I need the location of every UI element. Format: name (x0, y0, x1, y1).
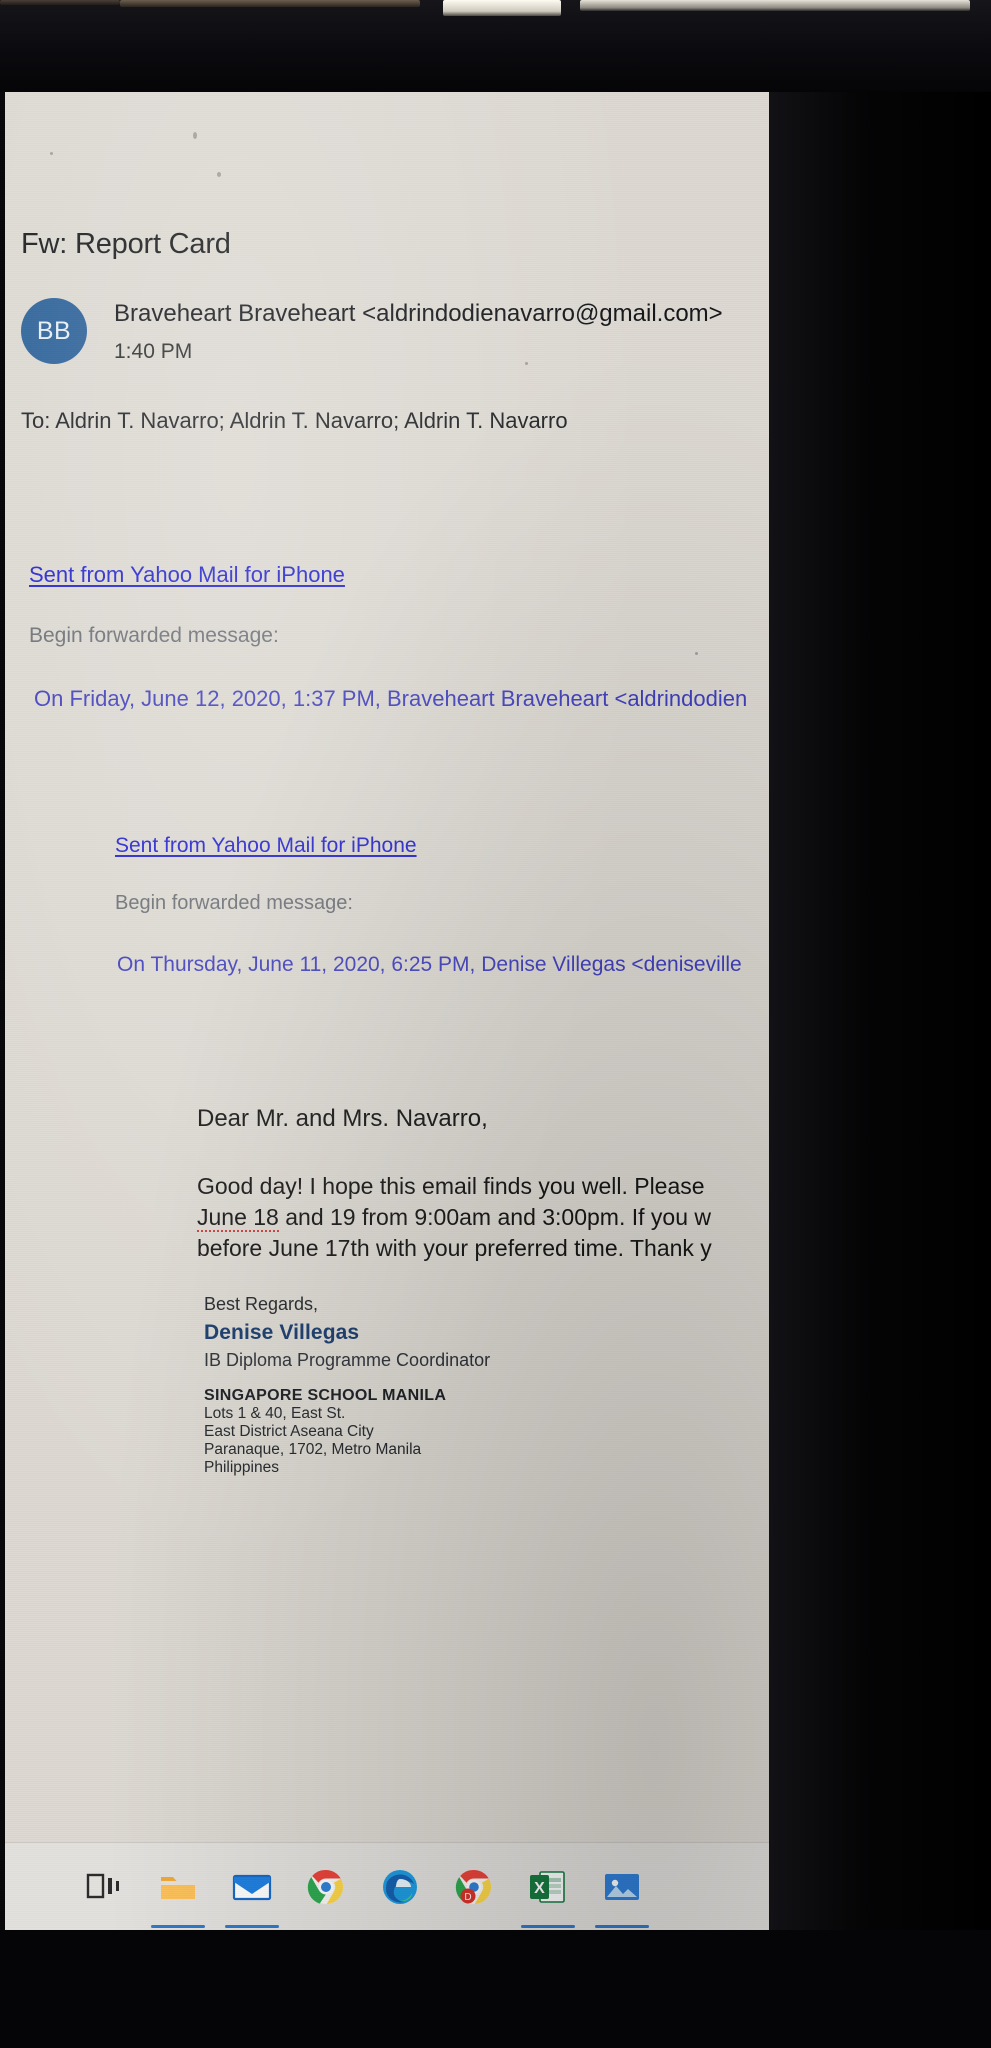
signature-title: IB Diploma Programme Coordinator (204, 1350, 491, 1370)
taskbar-item-photos[interactable] (585, 1843, 659, 1930)
screen-reflection (443, 0, 561, 16)
forward-header-line-2: On Thursday, June 11, 2020, 6:25 PM, Den… (117, 953, 742, 976)
signature-address-line: Philippines (204, 1459, 279, 1476)
email-signature: Best Regards, Denise Villegas IB Diploma… (204, 1294, 764, 1477)
taskbar-item-microsoft-edge[interactable] (363, 1843, 437, 1930)
svg-text:D: D (464, 1892, 471, 1903)
message-body-line-2-rest: and 19 from 9:00am and 3:00pm. If you w (278, 1204, 711, 1230)
laptop-bezel-top (0, 0, 991, 92)
message-body-line-3: before June 17th with your preferred tim… (197, 1235, 712, 1261)
email-subject: Fw: Report Card (21, 228, 231, 260)
taskbar-item-file-explorer[interactable] (141, 1843, 215, 1930)
begin-forwarded-label-2: Begin forwarded message: (115, 892, 353, 914)
forwarded-block-level-2: Sent from Yahoo Mail for iPhone Begin fo… (115, 834, 769, 977)
microsoft-excel-icon: X (530, 1871, 565, 1903)
message-greeting: Dear Mr. and Mrs. Navarro, (197, 1105, 488, 1132)
signature-address-line: East District Aseana City (204, 1423, 374, 1440)
signature-address-line: Paranaque, 1702, Metro Manila (204, 1441, 422, 1458)
taskbar-start-area (5, 1843, 67, 1930)
signature-name: Denise Villegas (204, 1321, 360, 1344)
windows-taskbar: D X (5, 1842, 769, 1930)
yahoo-signature-link-1[interactable]: Sent from Yahoo Mail for iPhone (29, 562, 769, 588)
chrome-browser-icon: D (455, 1869, 492, 1904)
forward-header-line-1: On Friday, June 12, 2020, 1:37 PM, Brave… (34, 686, 748, 711)
photos-icon (605, 1874, 639, 1900)
signature-address-line: Lots 1 & 40, East St. (204, 1405, 346, 1422)
photographed-laptop-screen: Fw: Report Card BB Braveheart Braveheart… (0, 0, 991, 2048)
screen-area: Fw: Report Card BB Braveheart Braveheart… (5, 92, 769, 1930)
yahoo-signature-link-2[interactable]: Sent from Yahoo Mail for iPhone (115, 834, 769, 858)
sender-name-and-address[interactable]: Braveheart Braveheart <aldrindodienavarr… (114, 300, 723, 328)
screen-reflection (0, 0, 120, 5)
email-recipients[interactable]: To: Aldrin T. Navarro; Aldrin T. Navarro… (21, 408, 568, 434)
message-body-line-2-date: June 18 (197, 1204, 279, 1232)
taskbar-item-mail[interactable] (215, 1843, 289, 1930)
mail-icon (232, 1874, 272, 1901)
microsoft-edge-icon (383, 1870, 417, 1904)
yahoo-signature-link-2-label: Sent from Yahoo Mail for iPhone (115, 834, 417, 857)
yahoo-signature-link-1-label: Sent from Yahoo Mail for iPhone (29, 562, 345, 587)
screen-reflection (580, 0, 970, 11)
signature-school-name: SINGAPORE SCHOOL MANILA (204, 1387, 447, 1404)
taskbar-item-chrome-canary[interactable]: D (437, 1843, 511, 1930)
forwarded-block-level-1: Sent from Yahoo Mail for iPhone Begin fo… (29, 562, 769, 712)
taskbar-item-microsoft-excel[interactable]: X (511, 1843, 585, 1930)
taskbar-item-task-view[interactable] (67, 1843, 141, 1930)
task-view-icon (86, 1873, 119, 1899)
svg-text:X: X (534, 1880, 545, 1897)
signature-regards: Best Regards, (204, 1294, 319, 1314)
reading-pane: Fw: Report Card BB Braveheart Braveheart… (5, 92, 769, 1842)
google-chrome-icon (307, 1869, 344, 1904)
avatar[interactable]: BB (21, 298, 87, 364)
file-explorer-icon (161, 1877, 195, 1899)
email-timestamp: 1:40 PM (114, 340, 193, 363)
message-paragraph: Good day! I hope this email finds you we… (197, 1171, 769, 1264)
laptop-bezel-right (769, 92, 991, 2048)
screen-reflection (120, 0, 420, 7)
taskbar-item-google-chrome[interactable] (289, 1843, 363, 1930)
message-body-line-1: Good day! I hope this email finds you we… (197, 1173, 705, 1199)
message-body: Dear Mr. and Mrs. Navarro, Good day! I h… (197, 1105, 769, 1264)
begin-forwarded-label-1: Begin forwarded message: (29, 624, 279, 647)
laptop-bezel-bottom (0, 1930, 991, 2048)
